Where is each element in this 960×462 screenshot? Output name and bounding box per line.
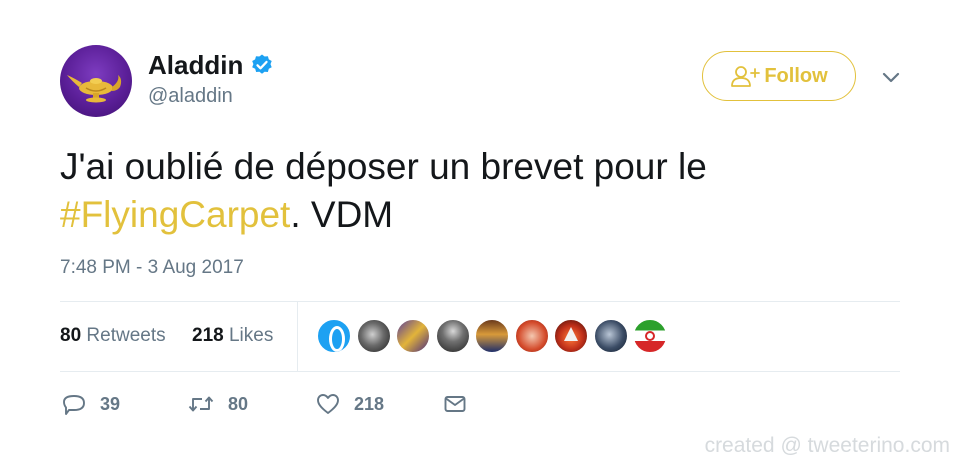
add-user-icon — [731, 66, 761, 87]
tweet-timestamp[interactable]: 7:48 PM - 3 Aug 2017 — [60, 256, 244, 280]
tweet-text-before: J'ai oublié de déposer un brevet pour le — [60, 146, 707, 187]
liker-avatar[interactable] — [632, 318, 668, 354]
retweets-label: Retweets — [86, 325, 166, 346]
reply-icon — [63, 395, 85, 415]
heart-icon — [317, 394, 339, 414]
liker-avatar[interactable] — [434, 318, 471, 354]
liker-avatar[interactable] — [553, 318, 589, 354]
retweets-count: 80 — [60, 325, 82, 346]
liker-avatar[interactable] — [474, 318, 510, 354]
retweet-count: 80 — [228, 394, 249, 414]
message-button[interactable] — [443, 392, 467, 416]
envelope-icon — [444, 396, 466, 412]
tweet-text-after: . VDM — [290, 194, 394, 235]
follow-button-label: Follow — [764, 64, 828, 87]
likes-stat[interactable]: 218 Likes — [192, 324, 273, 348]
likes-label: Likes — [228, 325, 274, 346]
tweet-text: J'ai oublié de déposer un brevet pour le… — [60, 143, 920, 239]
liker-avatar[interactable] — [355, 318, 392, 354]
liker-avatar[interactable] — [592, 318, 629, 354]
retweets-stat[interactable]: 80 Retweets — [60, 324, 166, 348]
retweet-button[interactable]: 80 — [188, 392, 248, 416]
magic-lamp-icon — [67, 75, 122, 103]
display-name[interactable]: Aladdin — [148, 50, 243, 80]
liker-avatar[interactable] — [316, 318, 352, 354]
liker-avatar[interactable] — [513, 318, 550, 354]
hashtag-link[interactable]: #FlyingCarpet — [60, 194, 290, 235]
reply-count: 39 — [100, 394, 121, 414]
likers-list — [316, 318, 672, 354]
avatar[interactable] — [60, 45, 132, 117]
like-count: 218 — [354, 394, 385, 414]
chevron-down-icon[interactable] — [880, 66, 902, 88]
divider-top — [60, 301, 900, 302]
liker-avatar[interactable] — [395, 318, 431, 354]
verified-badge-icon — [252, 54, 272, 74]
retweet-icon — [188, 396, 214, 412]
likes-count: 218 — [192, 325, 224, 346]
stats-divider — [297, 302, 298, 371]
follow-button[interactable]: Follow — [702, 51, 856, 101]
reply-button[interactable]: 39 — [62, 392, 120, 416]
user-handle[interactable]: @aladdin — [148, 84, 233, 108]
divider-bottom — [60, 371, 900, 372]
like-button[interactable]: 218 — [316, 392, 384, 416]
watermark: created @ tweeterino.com — [704, 434, 950, 457]
